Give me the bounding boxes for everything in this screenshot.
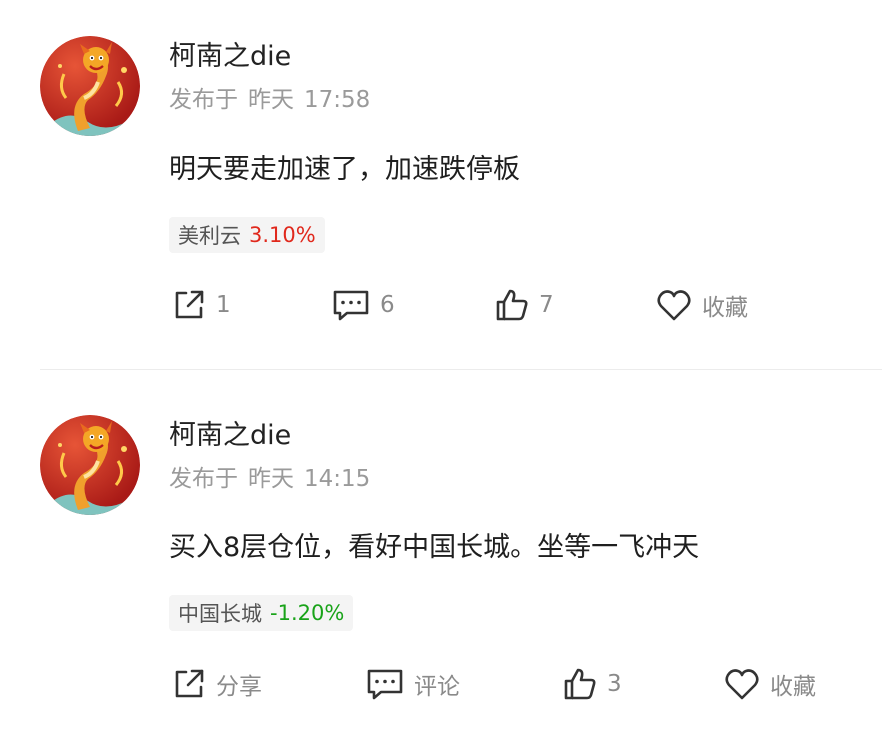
like-button[interactable]: 7 xyxy=(495,285,554,325)
like-button[interactable]: 3 xyxy=(563,664,622,704)
published-label: 发布于 xyxy=(169,87,238,113)
author-name[interactable]: 柯南之die xyxy=(169,419,291,453)
like-count: 3 xyxy=(607,671,622,697)
action-bar: 1 6 7 收藏 xyxy=(0,285,882,325)
time: 17:58 xyxy=(304,87,371,113)
favorite-button[interactable]: 收藏 xyxy=(656,285,748,325)
thumbs-up-icon xyxy=(564,668,596,700)
share-button[interactable]: 1 xyxy=(172,285,231,325)
author-name[interactable]: 柯南之die xyxy=(169,40,291,74)
stock-name: 美利云 xyxy=(178,224,241,248)
time: 14:15 xyxy=(304,466,371,492)
post-content[interactable]: 明天要走加速了，加速跌停板 xyxy=(169,152,520,188)
published-label: 发布于 xyxy=(169,466,238,492)
dragon-avatar-icon[interactable] xyxy=(40,415,140,515)
comment-label: 评论 xyxy=(414,674,460,700)
stock-tag[interactable]: 美利云 3.10% xyxy=(169,217,325,253)
thumbs-up-icon xyxy=(496,289,528,321)
share-icon xyxy=(175,290,204,319)
post-content[interactable]: 买入8层仓位，看好中国长城。坐等一飞冲天 xyxy=(169,530,699,566)
post-item: 柯南之die 发布于 昨天 14:15 买入8层仓位，看好中国长城。坐等一飞冲天 中… xyxy=(0,370,882,732)
comment-icon xyxy=(333,290,369,321)
dragon-avatar-icon[interactable] xyxy=(40,36,140,136)
stock-name: 中国长城 xyxy=(178,602,262,626)
post-meta: 发布于 昨天 17:58 xyxy=(169,85,370,115)
heart-icon xyxy=(657,290,691,321)
comment-button[interactable]: 评论 xyxy=(366,664,460,704)
favorite-label: 收藏 xyxy=(702,295,748,321)
share-count: 1 xyxy=(216,292,231,318)
comment-button[interactable]: 6 xyxy=(332,285,395,325)
comment-count: 6 xyxy=(380,292,395,318)
post-meta: 发布于 昨天 14:15 xyxy=(169,464,370,494)
stock-change: 3.10% xyxy=(249,223,316,247)
share-button[interactable]: 分享 xyxy=(172,664,262,704)
action-bar: 分享 评论 3 收藏 xyxy=(0,664,882,704)
favorite-button[interactable]: 收藏 xyxy=(724,664,816,704)
share-label: 分享 xyxy=(216,674,262,700)
stock-tag[interactable]: 中国长城 -1.20% xyxy=(169,595,354,631)
time-day: 昨天 xyxy=(248,466,294,492)
favorite-label: 收藏 xyxy=(770,674,816,700)
share-icon xyxy=(175,669,204,698)
post-item: 柯南之die 发布于 昨天 17:58 明天要走加速了，加速跌停板 美利云 3.10… xyxy=(0,0,882,369)
stock-change: -1.20% xyxy=(270,601,345,625)
time-day: 昨天 xyxy=(248,87,294,113)
heart-icon xyxy=(725,669,759,700)
comment-icon xyxy=(367,669,403,700)
like-count: 7 xyxy=(539,292,554,318)
